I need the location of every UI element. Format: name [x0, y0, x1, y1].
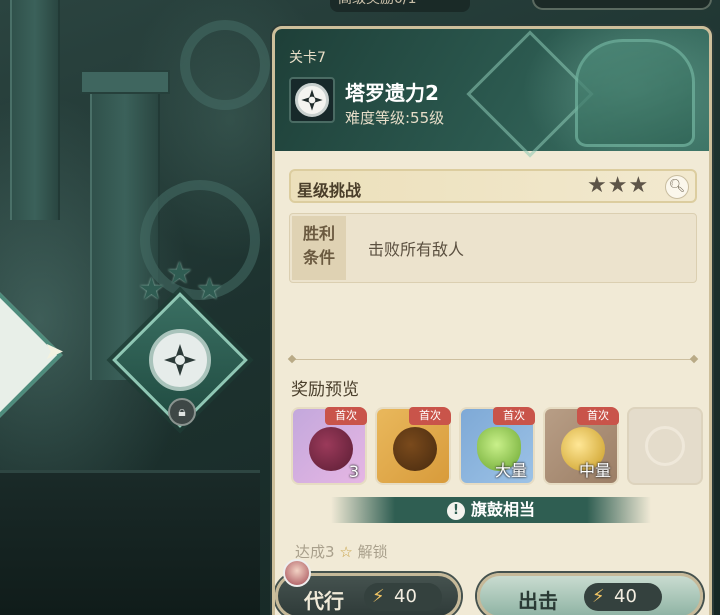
star-icon: ☆ [339, 543, 353, 561]
compass-star-icon [149, 329, 211, 391]
search-icon[interactable]: 🔍︎ [665, 175, 689, 199]
lock-icon: 🔒︎ [168, 398, 196, 426]
first-clear-badge: 首次 [409, 407, 451, 425]
go-cost-value: 40 [614, 586, 637, 607]
victory-tag: 胜利条件 [292, 216, 346, 280]
first-clear-badge: 首次 [325, 407, 367, 425]
star-rating: ★★★ [587, 173, 650, 198]
divider [289, 359, 697, 360]
victory-condition-text: 击败所有敌人 [368, 240, 465, 259]
lightning-icon: ⚡︎ [372, 586, 385, 607]
star-challenge-row[interactable]: 星级挑战 ★★★ 🔍︎ [289, 169, 697, 203]
stamina-cost: ⚡︎ 40 [364, 583, 442, 611]
pillar [10, 0, 60, 220]
star-challenge-title: 星级挑战 [297, 181, 362, 200]
unlock-hint: 达成3 ☆ 解锁 [295, 541, 388, 562]
stage-name: 塔罗遗力2 [345, 81, 439, 105]
difficulty-banner: ! 旗鼓相当 [331, 497, 651, 523]
gate-silhouette [0, 470, 260, 615]
unlock-prefix: 达成3 [295, 543, 335, 561]
stamina-cost: ⚡︎ 40 [584, 583, 662, 611]
reward-qty: 3 [348, 462, 359, 481]
panel-header: 关卡7 塔罗遗力2 难度等级:55级 [275, 29, 709, 158]
start-battle-button[interactable]: 出击 ⚡︎ 40 [477, 573, 703, 615]
stage-icon [289, 77, 335, 123]
reward-qty: 中量 [578, 461, 611, 480]
lion-statue-art [575, 39, 695, 147]
stage-difficulty: 难度等级:55级 [345, 109, 445, 127]
avatar [283, 559, 311, 587]
reward-item[interactable]: 首次 3 [291, 407, 367, 485]
first-clear-badge: 首次 [577, 407, 619, 425]
pillar-cap [80, 70, 170, 94]
reward-qty: 大量 [494, 461, 527, 480]
start-battle-label: 出击 [518, 589, 558, 613]
proxy-button-label: 代行 [304, 589, 344, 613]
reward-item-empty [627, 407, 703, 485]
current-position-arrow-icon: ➤ [44, 337, 65, 365]
purple-material-icon [309, 427, 353, 471]
lightning-icon: ⚡︎ [592, 586, 605, 607]
top-reward-label[interactable]: 高级奖励0/1 [330, 0, 470, 12]
reward-preview-title: 奖励预览 [291, 380, 359, 400]
stage-number: 关卡7 [289, 50, 326, 66]
empty-slot-icon [636, 417, 694, 475]
ornament [180, 20, 270, 110]
compass-star-icon [295, 83, 329, 117]
first-clear-badge: 首次 [493, 407, 535, 425]
unlock-suffix: 解锁 [357, 543, 388, 561]
reward-item[interactable]: 首次 大量 [459, 407, 535, 485]
top-currency-pill[interactable] [532, 0, 712, 10]
proxy-cost-value: 40 [394, 586, 417, 607]
banner-text: 旗鼓相当 [470, 500, 535, 519]
star-icon: ★ [166, 256, 193, 291]
exclamation-icon: ! [446, 502, 465, 520]
reward-item[interactable]: 首次 中量 [543, 407, 619, 485]
reward-item[interactable]: 首次 [375, 407, 451, 485]
gold-material-icon [393, 427, 437, 471]
stage-detail-panel: 关卡7 塔罗遗力2 难度等级:55级 星级挑战 ★★★ 🔍︎ 胜利条件 击败所有… [272, 26, 712, 615]
victory-condition-box: 胜利条件 击败所有敌人 [289, 213, 697, 283]
